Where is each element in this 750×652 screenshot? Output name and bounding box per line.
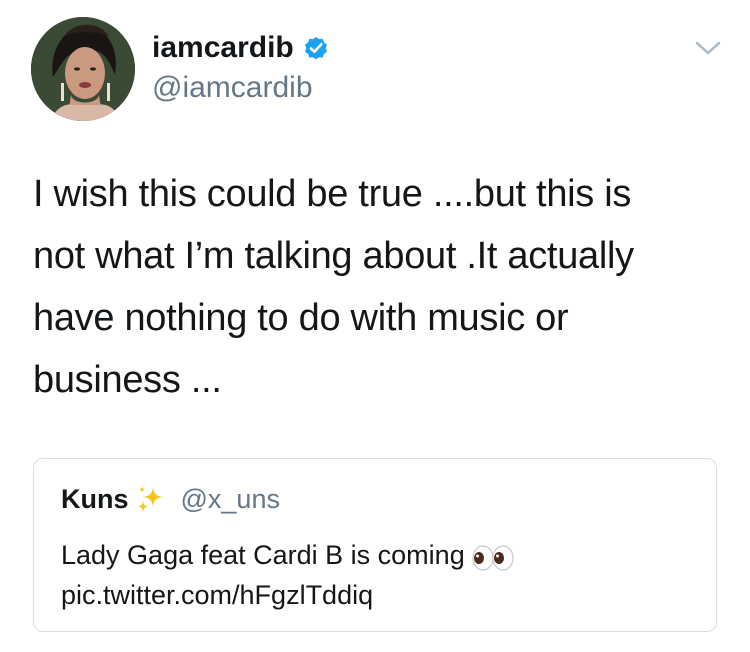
quoted-display-name: Kuns [61, 484, 129, 514]
quoted-text-line: Lady Gaga feat Cardi B is coming [61, 535, 701, 575]
quoted-text-main: Lady Gaga feat Cardi B is coming [61, 540, 465, 570]
quoted-tweet-text: Lady Gaga feat Cardi B is coming pic.twi… [61, 535, 701, 615]
display-name-text[interactable]: iamcardib [152, 30, 294, 66]
user-handle[interactable]: @iamcardib [152, 70, 313, 106]
chevron-down-icon[interactable] [694, 38, 722, 58]
tweet-text: I wish this could be true ....but this i… [33, 173, 634, 401]
tweet-card: iamcardib @iamcardib I wish this could b… [0, 0, 750, 652]
quoted-tweet-header: Kuns @x_uns [61, 483, 280, 515]
quoted-tweet[interactable]: Kuns @x_uns Lady Gaga feat Cardi B is co… [33, 458, 717, 632]
sparkles-icon [135, 483, 167, 515]
avatar[interactable] [31, 17, 135, 121]
eyes-icon [471, 542, 515, 571]
quoted-handle: @x_uns [180, 484, 280, 514]
quoted-link[interactable]: pic.twitter.com/hFgzlTddiq [61, 575, 701, 615]
display-name[interactable]: iamcardib [152, 30, 330, 66]
verified-badge-icon [302, 34, 330, 62]
